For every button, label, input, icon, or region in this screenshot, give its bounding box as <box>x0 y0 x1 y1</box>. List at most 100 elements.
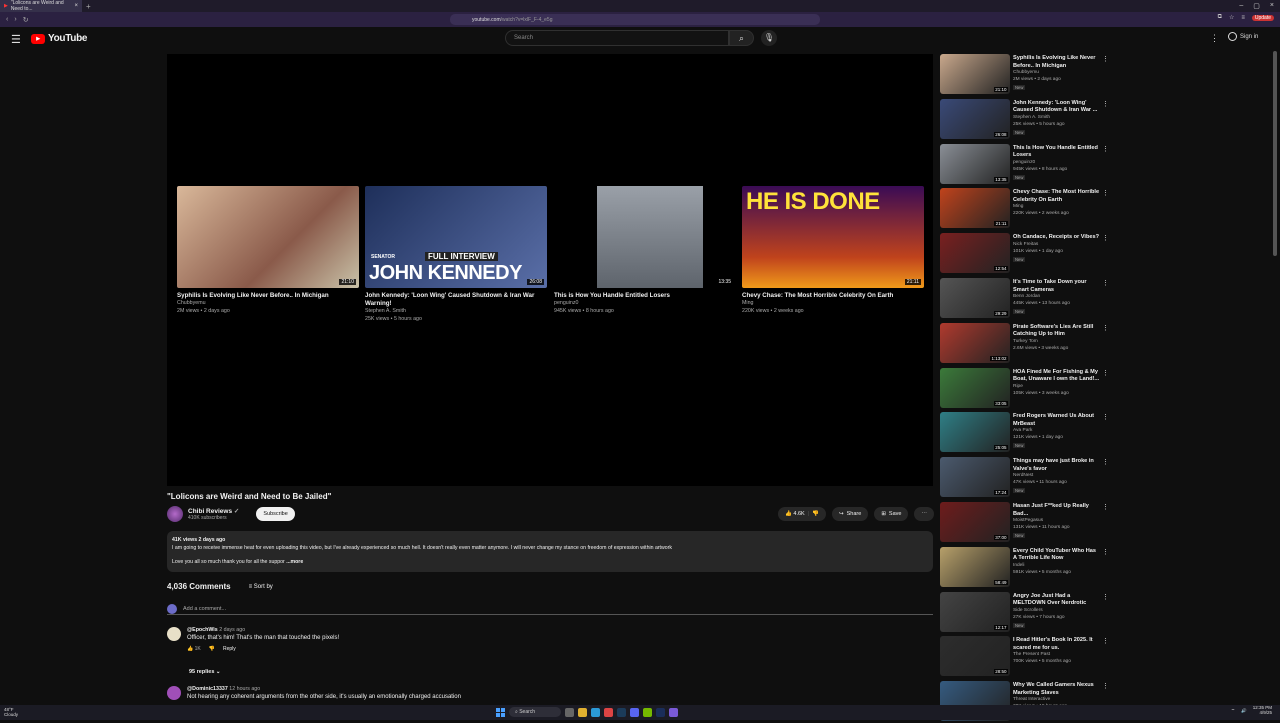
endcard-channel[interactable]: Chubbyemu <box>177 300 359 308</box>
hamburger-menu-icon[interactable]: ☰ <box>11 33 21 46</box>
sidebar-video-item[interactable]: 37:00 Hasan Just F**ked Up Really Bad... M… <box>940 502 1115 544</box>
video-player[interactable]: 21:10 Syphilis Is Evolving Like Never Be… <box>167 54 933 486</box>
search-input[interactable]: Search <box>505 30 729 46</box>
show-more-link[interactable]: ...more <box>286 559 303 565</box>
sidebar-thumbnail[interactable]: 12:54 <box>940 233 1010 274</box>
sidebar-channel-name[interactable]: Side Scrollers <box>1013 608 1043 613</box>
sidebar-channel-name[interactable]: penguinz0 <box>1013 160 1035 165</box>
sidebar-channel-name[interactable]: Chubbyemu <box>1013 70 1039 75</box>
sidebar-video-title[interactable]: It's Time to Take Down your Smart Camera… <box>1013 279 1100 294</box>
sidebar-video-title[interactable]: Syphilis Is Evolving Like Never Before..… <box>1013 55 1100 70</box>
endcard-title[interactable]: Syphilis Is Evolving Like Never Before..… <box>177 292 359 300</box>
sidebar-thumbnail[interactable]: 1:13:02 <box>940 322 1010 363</box>
new-tab-icon[interactable]: + <box>86 2 91 11</box>
sidebar-channel-name[interactable]: Turkey Tom <box>1013 339 1038 344</box>
endcard-channel[interactable]: penguinz0 <box>554 300 736 308</box>
endcard-1[interactable]: 21:10 Syphilis Is Evolving Like Never Be… <box>177 186 359 316</box>
commenter-name[interactable]: @EpochWis 2 days ago <box>187 627 339 633</box>
comment-dislike-icon[interactable]: 👎 <box>209 646 215 652</box>
endcard-3[interactable]: 13:35 This is How You Handle Entitled Lo… <box>554 186 736 316</box>
view-replies-button[interactable]: 95 replies ⌄ <box>189 669 221 675</box>
save-button[interactable]: ⊞ Save <box>874 507 909 521</box>
sidebar-video-item[interactable]: 21:11 Chevy Chase: The Most Horrible Cele… <box>940 188 1115 230</box>
sidebar-video-title[interactable]: This Is How You Handle Entitled Losers <box>1013 145 1100 160</box>
sidebar-video-item[interactable]: 26:08 John Kennedy: 'Loon Wing' Caused Sh… <box>940 98 1115 141</box>
sidebar-video-title[interactable]: Oh Candace, Receipts or Vibes? <box>1013 234 1100 242</box>
search-button[interactable]: ⌕ <box>729 30 754 46</box>
sidebar-channel-name[interactable]: MoistPegasus <box>1013 518 1043 523</box>
sidebar-thumbnail[interactable]: 26:08 <box>940 98 1010 139</box>
sidebar-video-item[interactable]: 33:05 HOA Fined Me For Fishing & My Boat,… <box>940 367 1115 410</box>
endcard-thumbnail[interactable]: 13:35 <box>554 186 736 288</box>
endcard-4[interactable]: HE IS DONE 21:11 Chevy Chase: The Most H… <box>742 186 924 316</box>
sidebar-thumbnail[interactable]: 29:29 <box>940 278 1010 318</box>
sidebar-video-item[interactable]: 1:13:02 Pirate Software's Lies Are Still … <box>940 322 1115 365</box>
sidebar-thumbnail[interactable]: 13:35 <box>940 143 1010 184</box>
sidebar-channel-name[interactable]: Ming <box>1013 204 1023 209</box>
sidebar-thumbnail[interactable]: 12:17 <box>940 591 1010 632</box>
sign-in-button[interactable]: Sign in <box>1228 32 1258 41</box>
file-explorer-icon[interactable] <box>578 707 587 717</box>
sort-by-button[interactable]: ≡ Sort by <box>249 584 273 590</box>
sidebar-kebab-icon[interactable]: ⋮ <box>1102 593 1109 601</box>
minimize-icon[interactable]: – <box>1239 2 1243 10</box>
sidebar-video-item[interactable]: 25:05 Fred Rogers Warned Us About MrBeast… <box>940 412 1115 454</box>
sidebar-video-title[interactable]: Fred Rogers Warned Us About MrBeast <box>1013 413 1100 428</box>
discord-icon[interactable] <box>630 707 639 717</box>
more-actions-button[interactable]: ⋯ <box>914 507 934 521</box>
sidebar-channel-name[interactable]: Threat Interactive <box>1013 697 1050 702</box>
sidebar-kebab-icon[interactable]: ⋮ <box>1102 145 1109 153</box>
commenter-avatar[interactable] <box>167 686 181 700</box>
reply-button[interactable]: Reply <box>223 646 236 652</box>
start-button[interactable] <box>496 707 505 717</box>
sidebar-channel-name[interactable]: Stephen A. Smith <box>1013 115 1050 120</box>
menu-icon[interactable]: ≡ <box>1241 15 1245 21</box>
sidebar-kebab-icon[interactable]: ⋮ <box>1102 682 1109 690</box>
sidebar-thumbnail[interactable]: 17:24 <box>940 457 1010 498</box>
browser-taskbar-icon[interactable] <box>669 707 678 717</box>
sidebar-kebab-icon[interactable]: ⋮ <box>1102 279 1109 287</box>
nvidia-icon[interactable] <box>643 707 652 717</box>
settings-kebab-icon[interactable]: ⋮ <box>1210 33 1219 44</box>
subscribe-button[interactable]: Subscribe <box>256 507 295 521</box>
maximize-icon[interactable]: ▢ <box>1253 2 1260 10</box>
extensions-icon[interactable]: ⧉ <box>1218 14 1222 21</box>
sidebar-video-title[interactable]: John Kennedy: 'Loon Wing' Caused Shutdow… <box>1013 100 1100 115</box>
sidebar-video-title[interactable]: Why We Called Gamers Nexus Marketing Sla… <box>1013 682 1100 697</box>
endcard-channel[interactable]: Stephen A. Smith <box>365 308 547 316</box>
sidebar-kebab-icon[interactable]: ⋮ <box>1102 100 1109 108</box>
sidebar-video-item[interactable]: 58:49 Every Child YouTuber Who Has A Terr… <box>940 546 1115 589</box>
bookmark-icon[interactable]: ☆ <box>1229 14 1234 21</box>
sidebar-thumbnail[interactable]: 33:05 <box>940 367 1010 408</box>
sidebar-channel-name[interactable]: Ava Park <box>1013 428 1032 433</box>
commenter-avatar[interactable] <box>167 627 181 641</box>
page-scrollbar[interactable] <box>1273 51 1277 256</box>
sidebar-kebab-icon[interactable]: ⋮ <box>1102 503 1109 511</box>
sidebar-thumbnail[interactable]: 58:49 <box>940 546 1010 587</box>
endcard-channel[interactable]: Ming <box>742 300 924 308</box>
endcard-thumbnail[interactable]: SENATOR FULL INTERVIEW JOHN KENNEDY 26:0… <box>365 186 547 288</box>
sidebar-video-item[interactable]: 29:29 It's Time to Take Down your Smart C… <box>940 278 1115 320</box>
sidebar-thumbnail[interactable]: 21:10 <box>940 54 1010 94</box>
forward-icon[interactable]: › <box>14 16 16 24</box>
sidebar-video-item[interactable]: 21:10 Syphilis Is Evolving Like Never Bef… <box>940 54 1115 96</box>
sidebar-video-title[interactable]: HOA Fined Me For Fishing & My Boat, Unaw… <box>1013 369 1100 384</box>
browser-tab[interactable]: ▶ "Lolicons are Weird and Need to... × <box>0 0 82 12</box>
clock[interactable]: 12:35 PM 4/9/25 <box>1253 705 1272 716</box>
sidebar-video-title[interactable]: I Read Hitler's Book In 2025. It scared … <box>1013 637 1100 652</box>
sidebar-thumbnail[interactable]: 37:00 <box>940 502 1010 542</box>
sidebar-kebab-icon[interactable]: ⋮ <box>1102 637 1109 645</box>
photoshop-icon[interactable] <box>656 707 665 717</box>
sidebar-video-title[interactable]: Pirate Software's Lies Are Still Catchin… <box>1013 324 1100 339</box>
volume-icon[interactable]: 🔊 <box>1241 708 1247 714</box>
channel-name[interactable]: Chibi Reviews ✓ <box>188 507 239 515</box>
taskview-icon[interactable] <box>565 707 574 717</box>
sidebar-thumbnail[interactable]: 28:50 <box>940 636 1010 677</box>
sidebar-video-item[interactable]: 12:54 Oh Candace, Receipts or Vibes? Nick … <box>940 233 1115 275</box>
sidebar-kebab-icon[interactable]: ⋮ <box>1102 55 1109 63</box>
sidebar-channel-name[interactable]: Ripe <box>1013 384 1023 389</box>
sidebar-kebab-icon[interactable]: ⋮ <box>1102 458 1109 466</box>
voice-search-button[interactable]: 🎙 <box>761 30 777 46</box>
description-box[interactable]: 41K views 2 days ago I am going to recei… <box>167 531 933 572</box>
sidebar-video-item[interactable]: 17:24 Things may have just Broke in Valve… <box>940 457 1115 499</box>
